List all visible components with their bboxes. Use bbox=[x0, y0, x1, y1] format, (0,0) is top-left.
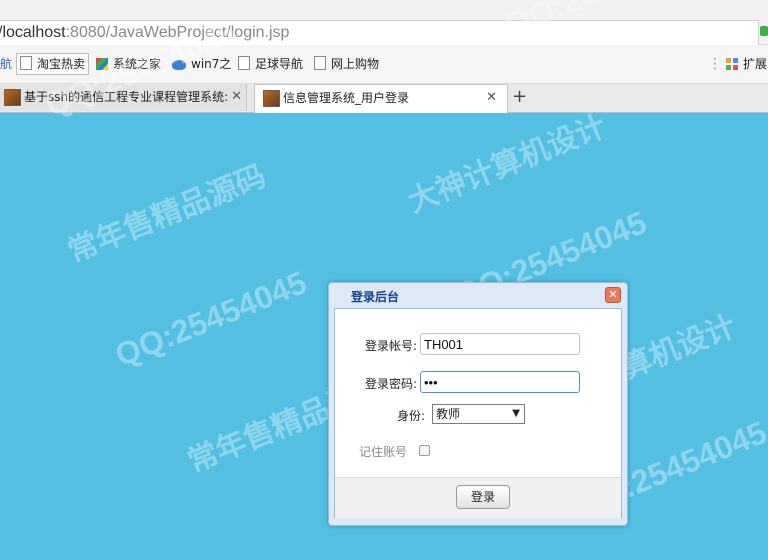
watermark-text: 大神计算机设计 bbox=[402, 108, 611, 220]
chevron-down-icon: ▼ bbox=[512, 408, 520, 419]
bookmark-label: 系统之家 bbox=[113, 57, 162, 71]
page-icon bbox=[20, 56, 32, 70]
bookmark-label: 淘宝热卖 bbox=[37, 57, 86, 71]
remember-label: 记住账号 bbox=[359, 445, 408, 459]
role-label: 身份: bbox=[396, 409, 425, 423]
tab-strip: 基于ssh的通信工程专业课程管理系统: ✕ 信息管理系统_用户登录 ✕ + bbox=[0, 84, 768, 113]
windows-logo-icon bbox=[96, 58, 108, 70]
page-icon bbox=[314, 56, 326, 70]
url-port: :8080 bbox=[65, 24, 106, 41]
win7-icon bbox=[172, 60, 186, 70]
bookmark-item[interactable]: win7之 bbox=[172, 55, 231, 73]
bookmark-item[interactable]: 系统之家 bbox=[96, 55, 161, 73]
role-selected-value: 教师 bbox=[436, 407, 461, 421]
dialog-body: 登录帐号: 登录密码: 身份: 教师 ▼ 记住账号 登录 bbox=[334, 308, 622, 518]
account-label: 登录帐号: bbox=[364, 339, 417, 353]
bookmark-label: 网上购物 bbox=[331, 57, 380, 71]
bookmark-item[interactable]: 足球导航 bbox=[238, 55, 303, 73]
watermark-text: QQ:25454045 bbox=[110, 264, 312, 374]
favicon-icon bbox=[4, 89, 21, 106]
url-path: /JavaWebProject/login.jsp bbox=[105, 24, 290, 41]
extensions-label: 扩展 bbox=[743, 57, 768, 71]
bookmark-item[interactable]: 淘宝热卖 bbox=[16, 53, 90, 75]
url-field[interactable]: /localhost:8080/JavaWebProject/login.jsp bbox=[0, 20, 759, 46]
watermark-text: 常年售精品源码 bbox=[62, 158, 271, 270]
extensions-grid-icon bbox=[726, 58, 738, 70]
new-tab-icon[interactable]: + bbox=[512, 84, 527, 110]
bookmark-item[interactable]: 网上购物 bbox=[314, 55, 379, 73]
dialog-header[interactable]: 登录后台 ✕ bbox=[329, 283, 627, 307]
password-label: 登录密码: bbox=[364, 377, 417, 391]
extension-icon[interactable] bbox=[760, 26, 768, 36]
tab-title: 基于ssh的通信工程专业课程管理系统: bbox=[24, 90, 228, 104]
login-dialog: 登录后台 ✕ 登录帐号: 登录密码: 身份: 教师 ▼ 记住账号 登录 bbox=[328, 282, 628, 526]
bookmark-partial[interactable]: 航 bbox=[0, 55, 12, 73]
close-icon[interactable]: ✕ bbox=[605, 287, 621, 303]
bookmark-label: win7之 bbox=[191, 57, 232, 71]
dialog-footer: 登录 bbox=[335, 477, 621, 518]
tab-course-system[interactable]: 基于ssh的通信工程专业课程管理系统: ✕ bbox=[0, 84, 247, 111]
tab-title: 信息管理系统_用户登录 bbox=[283, 91, 410, 105]
remember-checkbox[interactable] bbox=[419, 445, 430, 456]
url-host: /localhost bbox=[0, 24, 66, 41]
dialog-title: 登录后台 bbox=[351, 290, 400, 304]
close-icon[interactable]: ✕ bbox=[486, 85, 497, 111]
extensions-button[interactable]: 扩展 bbox=[726, 55, 767, 73]
account-input[interactable] bbox=[420, 333, 580, 355]
login-button[interactable]: 登录 bbox=[456, 485, 510, 509]
page-icon bbox=[238, 56, 250, 70]
bookmarks-bar: 航 淘宝热卖 系统之家 win7之 足球导航 网上购物 ⋮ 扩展 bbox=[0, 45, 768, 84]
favicon-icon bbox=[263, 90, 280, 107]
address-bar-area: /localhost:8080/JavaWebProject/login.jsp bbox=[0, 0, 768, 46]
close-icon[interactable]: ✕ bbox=[231, 84, 242, 110]
role-select[interactable]: 教师 ▼ bbox=[432, 404, 525, 424]
password-input[interactable] bbox=[420, 371, 580, 393]
tab-login[interactable]: 信息管理系统_用户登录 ✕ bbox=[254, 84, 508, 113]
more-vertical-icon[interactable]: ⋮ bbox=[708, 57, 722, 71]
bookmark-label: 足球导航 bbox=[255, 57, 304, 71]
